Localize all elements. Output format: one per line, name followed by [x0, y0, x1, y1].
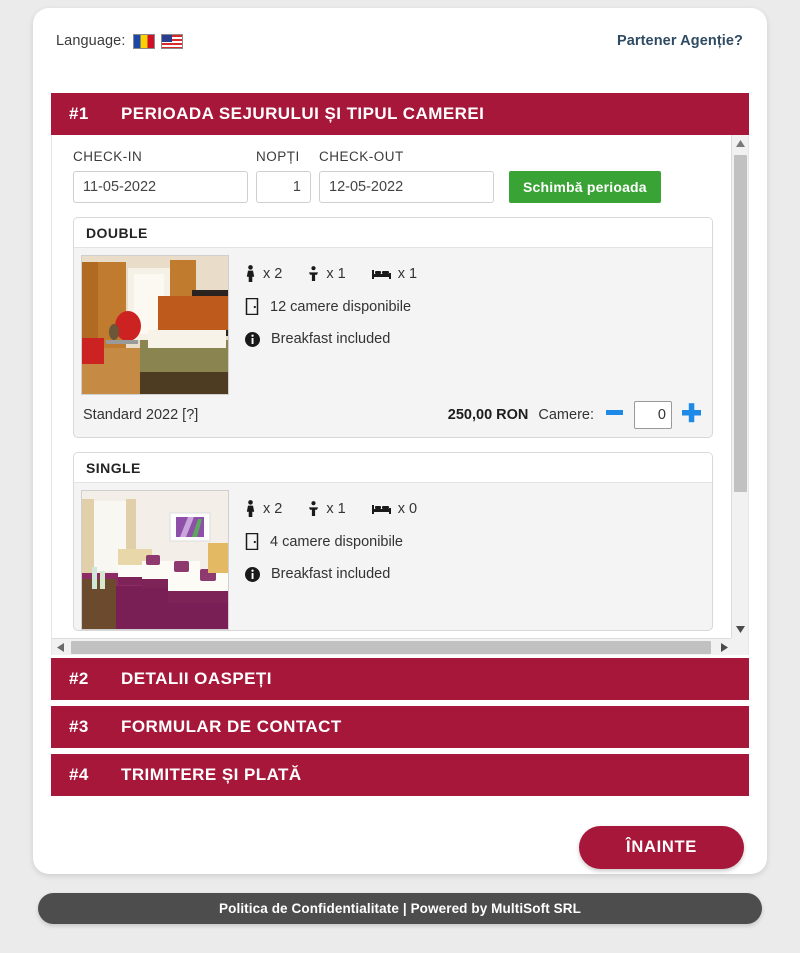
section-2-number: #2 — [69, 669, 89, 688]
date-selection-row: CHECK-IN NOPȚI CHECK-OUT Schimbă perioad… — [73, 149, 713, 203]
section-1-title: PERIOADA SEJURULUI ȘI TIPUL CAMEREI — [121, 104, 485, 123]
nights-input[interactable] — [256, 171, 311, 203]
camere-label-double: Camere: — [538, 407, 594, 423]
section-header-4[interactable]: #4 TRIMITERE ȘI PLATĂ — [51, 754, 749, 796]
children-count-single: x 1 — [326, 500, 346, 517]
occupancy-row-double: x 2 x 1 x 1 — [245, 265, 712, 282]
beds-count-single: x 0 — [397, 500, 418, 517]
rate-name-double[interactable]: Standard 2022 [?] — [83, 407, 438, 423]
room-type-double: DOUBLE — [74, 218, 712, 248]
section-1-content: CHECK-IN NOPȚI CHECK-OUT Schimbă perioad… — [52, 135, 733, 638]
children-count-double: x 1 — [326, 265, 346, 282]
checkout-input[interactable] — [319, 171, 494, 203]
quantity-stepper-double — [604, 401, 702, 429]
adults-occupancy-single: x 2 — [245, 500, 282, 517]
section-1-panel: CHECK-IN NOPȚI CHECK-OUT Schimbă perioad… — [51, 135, 749, 655]
beds-occupancy-double: x 1 — [371, 265, 418, 282]
booking-card: Language: Partener Agenție? #1 PERIOADA … — [33, 8, 767, 874]
adult-person-icon — [245, 500, 256, 517]
horizontal-scroll-thumb[interactable] — [71, 641, 711, 654]
info-text-double: Breakfast included — [271, 331, 391, 347]
room-photo-double — [81, 255, 229, 395]
language-selector: Language: — [56, 33, 184, 49]
child-person-icon — [308, 501, 319, 516]
vertical-scrollbar[interactable] — [731, 135, 748, 638]
quantity-input-double[interactable] — [634, 401, 672, 429]
section-3-number: #3 — [69, 717, 89, 736]
room-price-double: 250,00 RON — [447, 407, 529, 423]
section-header-3[interactable]: #3 FORMULAR DE CONTACT — [51, 706, 749, 748]
door-icon — [245, 298, 259, 315]
flag-list — [133, 33, 184, 49]
adults-count-single: x 2 — [263, 500, 283, 517]
section-header-1[interactable]: #1 PERIOADA SEJURULUI ȘI TIPUL CAMEREI — [51, 93, 749, 135]
availability-row-single: 4 camere disponibile — [245, 533, 712, 550]
footer-separator: | — [398, 901, 411, 916]
occupancy-row-single: x 2 x 1 x 0 — [245, 500, 712, 517]
next-button[interactable]: ÎNAINTE — [579, 826, 744, 869]
privacy-policy-link[interactable]: Politica de Confidentialitate — [219, 901, 399, 916]
adults-occupancy-double: x 2 — [245, 265, 282, 282]
child-person-icon — [308, 266, 319, 281]
language-label: Language: — [56, 33, 126, 49]
children-occupancy-single: x 1 — [308, 500, 346, 517]
nights-label: NOPȚI — [256, 149, 300, 164]
bed-icon — [371, 503, 391, 514]
room-info-double: x 2 x 1 x 1 12 camere disponibile Breakf… — [229, 255, 712, 395]
increase-quantity-button[interactable] — [681, 402, 702, 428]
info-icon — [245, 566, 260, 582]
checkin-field-group: CHECK-IN — [73, 149, 248, 203]
powered-by-text: Powered by MultiSoft SRL — [410, 901, 581, 916]
vertical-scroll-thumb[interactable] — [734, 155, 747, 492]
adult-person-icon — [245, 265, 256, 282]
section-2-title: DETALII OASPEȚI — [121, 669, 272, 688]
beds-count-double: x 1 — [397, 265, 418, 282]
checkout-label: CHECK-OUT — [319, 149, 404, 164]
scroll-down-arrow-icon[interactable] — [732, 621, 749, 638]
room-body-double: x 2 x 1 x 1 12 camere disponibile Breakf… — [74, 248, 712, 395]
bed-icon — [371, 268, 391, 279]
section-3-title: FORMULAR DE CONTACT — [121, 717, 342, 736]
room-info-single: x 2 x 1 x 0 4 camere disponibile Breakfa… — [229, 490, 712, 630]
room-photo-single — [81, 490, 229, 630]
room-type-single: SINGLE — [74, 453, 712, 483]
scroll-up-arrow-icon[interactable] — [732, 135, 749, 152]
info-row-single: Breakfast included — [245, 566, 712, 582]
info-text-single: Breakfast included — [271, 566, 391, 582]
info-icon — [245, 331, 260, 347]
decrease-quantity-button[interactable] — [604, 402, 625, 428]
door-icon — [245, 533, 259, 550]
room-footer-double: Standard 2022 [?] 250,00 RON Camere: — [74, 395, 712, 437]
change-period-button[interactable]: Schimbă perioada — [509, 171, 661, 203]
beds-occupancy-single: x 0 — [371, 500, 418, 517]
info-row-double: Breakfast included — [245, 331, 712, 347]
children-occupancy-double: x 1 — [308, 265, 346, 282]
booking-widget-page: Language: Partener Agenție? #1 PERIOADA … — [0, 0, 800, 953]
checkout-field-group: CHECK-OUT — [319, 149, 494, 203]
flag-usa-icon[interactable] — [161, 33, 184, 49]
adults-count-double: x 2 — [263, 265, 283, 282]
section-4-title: TRIMITERE ȘI PLATĂ — [121, 765, 302, 784]
availability-row-double: 12 camere disponibile — [245, 298, 712, 315]
horizontal-scrollbar[interactable] — [52, 638, 733, 655]
section-1-number: #1 — [69, 104, 89, 123]
checkin-input[interactable] — [73, 171, 248, 203]
top-bar: Language: Partener Agenție? — [33, 8, 767, 74]
checkin-label: CHECK-IN — [73, 149, 143, 164]
footer-bar: Politica de Confidentialitate | Powered … — [38, 893, 762, 924]
room-card-double: DOUBLE x 2 x 1 x 1 12 camere disponibile… — [73, 217, 713, 438]
room-body-single: x 2 x 1 x 0 4 camere disponibile Breakfa… — [74, 483, 712, 630]
flag-romania-icon[interactable] — [133, 33, 156, 49]
scroll-left-arrow-icon[interactable] — [52, 639, 69, 656]
nights-field-group: NOPȚI — [256, 149, 311, 203]
section-header-2[interactable]: #2 DETALII OASPEȚI — [51, 658, 749, 700]
room-card-single: SINGLE x 2 x 1 x 0 4 camere disponibile … — [73, 452, 713, 631]
scrollbar-corner — [731, 638, 748, 655]
partner-agency-link[interactable]: Partener Agenție? — [617, 33, 743, 49]
footer-text: Politica de Confidentialitate | Powered … — [219, 901, 581, 916]
availability-text-single: 4 camere disponibile — [270, 533, 403, 550]
section-4-number: #4 — [69, 765, 89, 784]
availability-text-double: 12 camere disponibile — [270, 298, 412, 315]
